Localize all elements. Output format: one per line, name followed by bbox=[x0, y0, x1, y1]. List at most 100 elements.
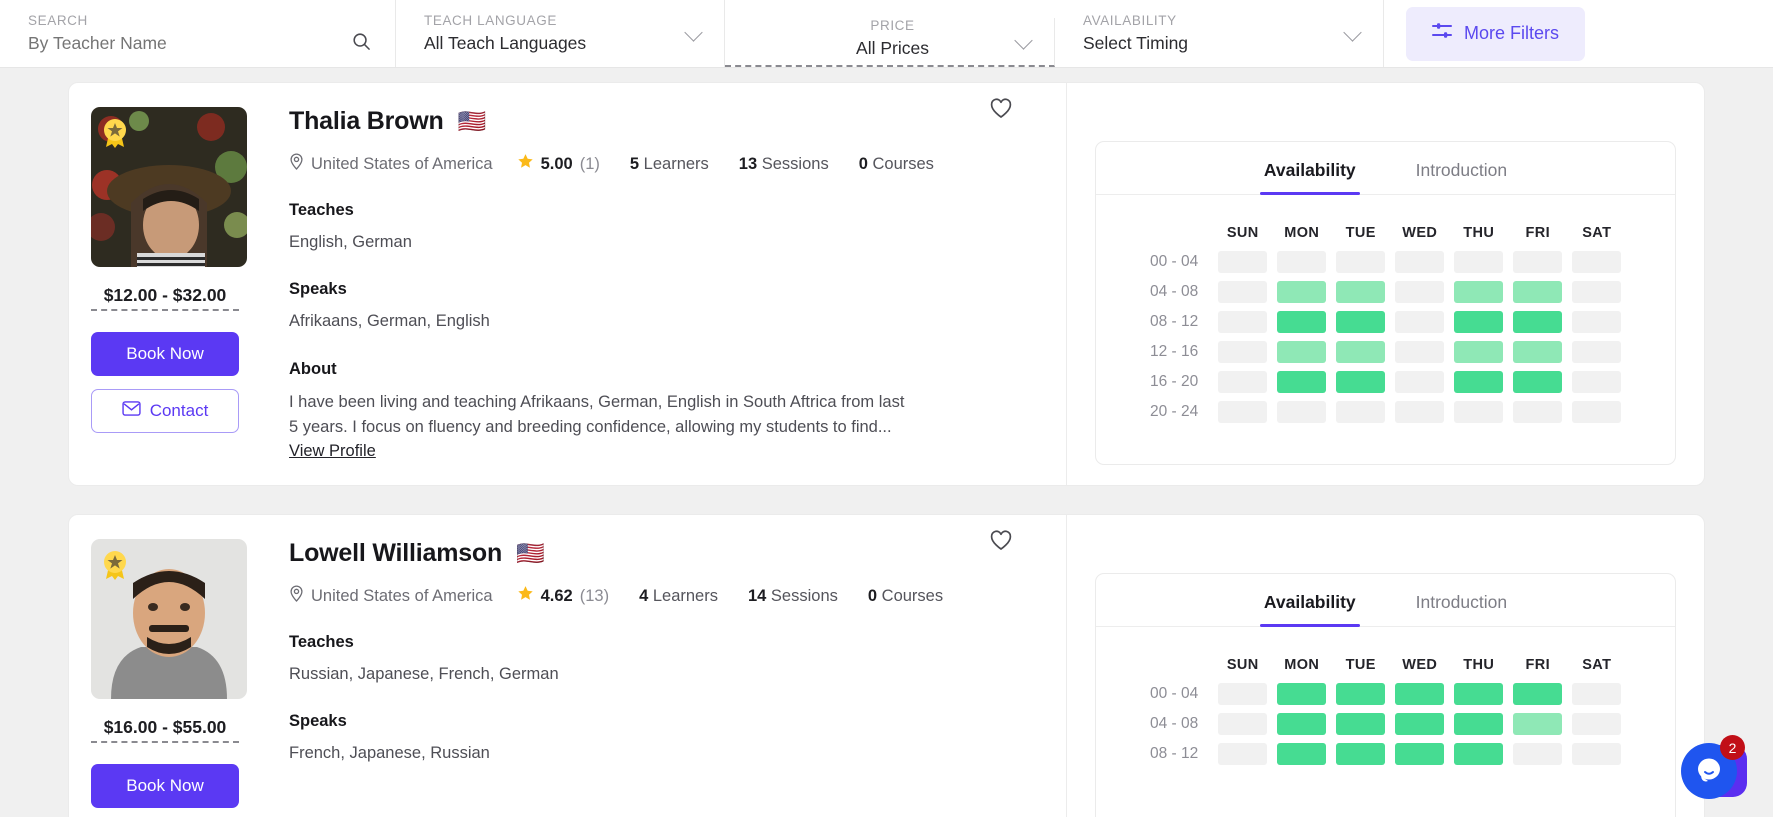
availability-slot-mon-5[interactable] bbox=[1277, 401, 1326, 423]
chat-widget[interactable]: 2 bbox=[1681, 733, 1751, 803]
availability-slot-tue-1[interactable] bbox=[1336, 713, 1385, 735]
sessions-count: 13 bbox=[739, 155, 757, 173]
availability-cell bbox=[1454, 401, 1503, 423]
rating: 4.62 (13) bbox=[517, 585, 609, 607]
filter-search[interactable]: SEARCH bbox=[0, 0, 396, 67]
availability-slot-mon-0[interactable] bbox=[1277, 251, 1326, 273]
availability-slot-sat-4[interactable] bbox=[1572, 371, 1621, 393]
availability-slot-sat-1[interactable] bbox=[1572, 713, 1621, 735]
filter-price[interactable]: PRICE All Prices bbox=[725, 18, 1055, 67]
availability-slot-mon-1[interactable] bbox=[1277, 281, 1326, 303]
speaks-heading: Speaks bbox=[289, 280, 1036, 299]
availability-slot-sat-2[interactable] bbox=[1572, 743, 1621, 765]
availability-slot-fri-0[interactable] bbox=[1513, 251, 1562, 273]
availability-slot-sun-5[interactable] bbox=[1218, 401, 1267, 423]
availability-slot-sun-1[interactable] bbox=[1218, 713, 1267, 735]
filter-availability[interactable]: AVAILABILITY Select Timing bbox=[1055, 0, 1384, 67]
availability-slot-wed-0[interactable] bbox=[1395, 251, 1444, 273]
availability-slot-fri-2[interactable] bbox=[1513, 743, 1562, 765]
book-now-button[interactable]: Book Now bbox=[91, 764, 239, 808]
availability-slot-fri-2[interactable] bbox=[1513, 311, 1562, 333]
availability-cell bbox=[1218, 281, 1267, 303]
availability-slot-wed-2[interactable] bbox=[1395, 311, 1444, 333]
more-filters-button[interactable]: More Filters bbox=[1406, 7, 1585, 61]
availability-slot-sun-4[interactable] bbox=[1218, 371, 1267, 393]
book-now-button[interactable]: Book Now bbox=[91, 332, 239, 376]
availability-slot-tue-0[interactable] bbox=[1336, 683, 1385, 705]
availability-slot-mon-0[interactable] bbox=[1277, 683, 1326, 705]
availability-slot-sat-5[interactable] bbox=[1572, 401, 1621, 423]
time-slot-label: 08 - 12 bbox=[1150, 311, 1208, 333]
availability-table: SUNMONTUEWEDTHUFRISAT 00 - 0404 - 0808 -… bbox=[1140, 649, 1631, 773]
search-input[interactable] bbox=[28, 33, 373, 54]
card-info-column: Lowell Williamson 🇺🇸 United States of Am… bbox=[259, 515, 1066, 817]
availability-slot-sun-2[interactable] bbox=[1218, 743, 1267, 765]
search-icon[interactable] bbox=[352, 32, 371, 51]
availability-slot-tue-4[interactable] bbox=[1336, 371, 1385, 393]
availability-slot-tue-2[interactable] bbox=[1336, 743, 1385, 765]
time-column-header bbox=[1150, 225, 1208, 243]
chevron-down-icon[interactable] bbox=[1346, 32, 1359, 39]
availability-slot-thu-1[interactable] bbox=[1454, 281, 1503, 303]
teacher-card[interactable]: $16.00 - $55.00 Book Now Contact Lowell … bbox=[68, 514, 1705, 817]
availability-slot-thu-5[interactable] bbox=[1454, 401, 1503, 423]
availability-slot-sat-0[interactable] bbox=[1572, 683, 1621, 705]
availability-slot-thu-4[interactable] bbox=[1454, 371, 1503, 393]
availability-slot-fri-4[interactable] bbox=[1513, 371, 1562, 393]
availability-slot-tue-1[interactable] bbox=[1336, 281, 1385, 303]
availability-slot-thu-2[interactable] bbox=[1454, 743, 1503, 765]
availability-slot-mon-2[interactable] bbox=[1277, 311, 1326, 333]
availability-slot-thu-0[interactable] bbox=[1454, 251, 1503, 273]
availability-slot-sun-2[interactable] bbox=[1218, 311, 1267, 333]
availability-slot-wed-3[interactable] bbox=[1395, 341, 1444, 363]
availability-slot-fri-5[interactable] bbox=[1513, 401, 1562, 423]
availability-slot-wed-5[interactable] bbox=[1395, 401, 1444, 423]
availability-slot-sun-0[interactable] bbox=[1218, 251, 1267, 273]
availability-slot-sun-0[interactable] bbox=[1218, 683, 1267, 705]
tab-availability[interactable]: Availability bbox=[1260, 592, 1360, 626]
availability-slot-sat-1[interactable] bbox=[1572, 281, 1621, 303]
availability-slot-mon-4[interactable] bbox=[1277, 371, 1326, 393]
availability-slot-tue-0[interactable] bbox=[1336, 251, 1385, 273]
view-profile-link[interactable]: View Profile bbox=[289, 442, 376, 461]
availability-cell bbox=[1572, 683, 1621, 705]
filter-teach-language[interactable]: TEACH LANGUAGE All Teach Languages bbox=[396, 0, 725, 67]
contact-label: Contact bbox=[150, 401, 209, 421]
availability-slot-sat-0[interactable] bbox=[1572, 251, 1621, 273]
availability-slot-thu-1[interactable] bbox=[1454, 713, 1503, 735]
availability-slot-wed-2[interactable] bbox=[1395, 743, 1444, 765]
availability-slot-fri-1[interactable] bbox=[1513, 713, 1562, 735]
availability-slot-sat-3[interactable] bbox=[1572, 341, 1621, 363]
availability-slot-sun-3[interactable] bbox=[1218, 341, 1267, 363]
teacher-card[interactable]: $12.00 - $32.00 Book Now Contact Thalia … bbox=[68, 82, 1705, 486]
tab-availability[interactable]: Availability bbox=[1260, 160, 1360, 194]
availability-slot-mon-1[interactable] bbox=[1277, 713, 1326, 735]
contact-button[interactable]: Contact bbox=[91, 389, 239, 433]
availability-slot-wed-1[interactable] bbox=[1395, 713, 1444, 735]
availability-slot-thu-0[interactable] bbox=[1454, 683, 1503, 705]
tab-introduction[interactable]: Introduction bbox=[1412, 592, 1511, 626]
availability-slot-tue-5[interactable] bbox=[1336, 401, 1385, 423]
availability-slot-wed-1[interactable] bbox=[1395, 281, 1444, 303]
tab-introduction[interactable]: Introduction bbox=[1412, 160, 1511, 194]
availability-slot-sun-1[interactable] bbox=[1218, 281, 1267, 303]
time-slot-label: 04 - 08 bbox=[1150, 713, 1208, 735]
availability-slot-mon-2[interactable] bbox=[1277, 743, 1326, 765]
availability-slot-sat-2[interactable] bbox=[1572, 311, 1621, 333]
availability-slot-mon-3[interactable] bbox=[1277, 341, 1326, 363]
availability-slot-fri-0[interactable] bbox=[1513, 683, 1562, 705]
availability-slot-thu-2[interactable] bbox=[1454, 311, 1503, 333]
speaks-heading: Speaks bbox=[289, 712, 1036, 731]
favorite-heart-icon[interactable] bbox=[989, 529, 1013, 556]
availability-slot-thu-3[interactable] bbox=[1454, 341, 1503, 363]
availability-slot-wed-0[interactable] bbox=[1395, 683, 1444, 705]
chevron-down-icon[interactable] bbox=[687, 32, 700, 39]
availability-slot-wed-4[interactable] bbox=[1395, 371, 1444, 393]
learners-count: 4 bbox=[639, 587, 648, 605]
chevron-down-icon[interactable] bbox=[1017, 40, 1030, 47]
favorite-heart-icon[interactable] bbox=[989, 97, 1013, 124]
availability-slot-tue-3[interactable] bbox=[1336, 341, 1385, 363]
availability-slot-tue-2[interactable] bbox=[1336, 311, 1385, 333]
availability-slot-fri-3[interactable] bbox=[1513, 341, 1562, 363]
availability-slot-fri-1[interactable] bbox=[1513, 281, 1562, 303]
